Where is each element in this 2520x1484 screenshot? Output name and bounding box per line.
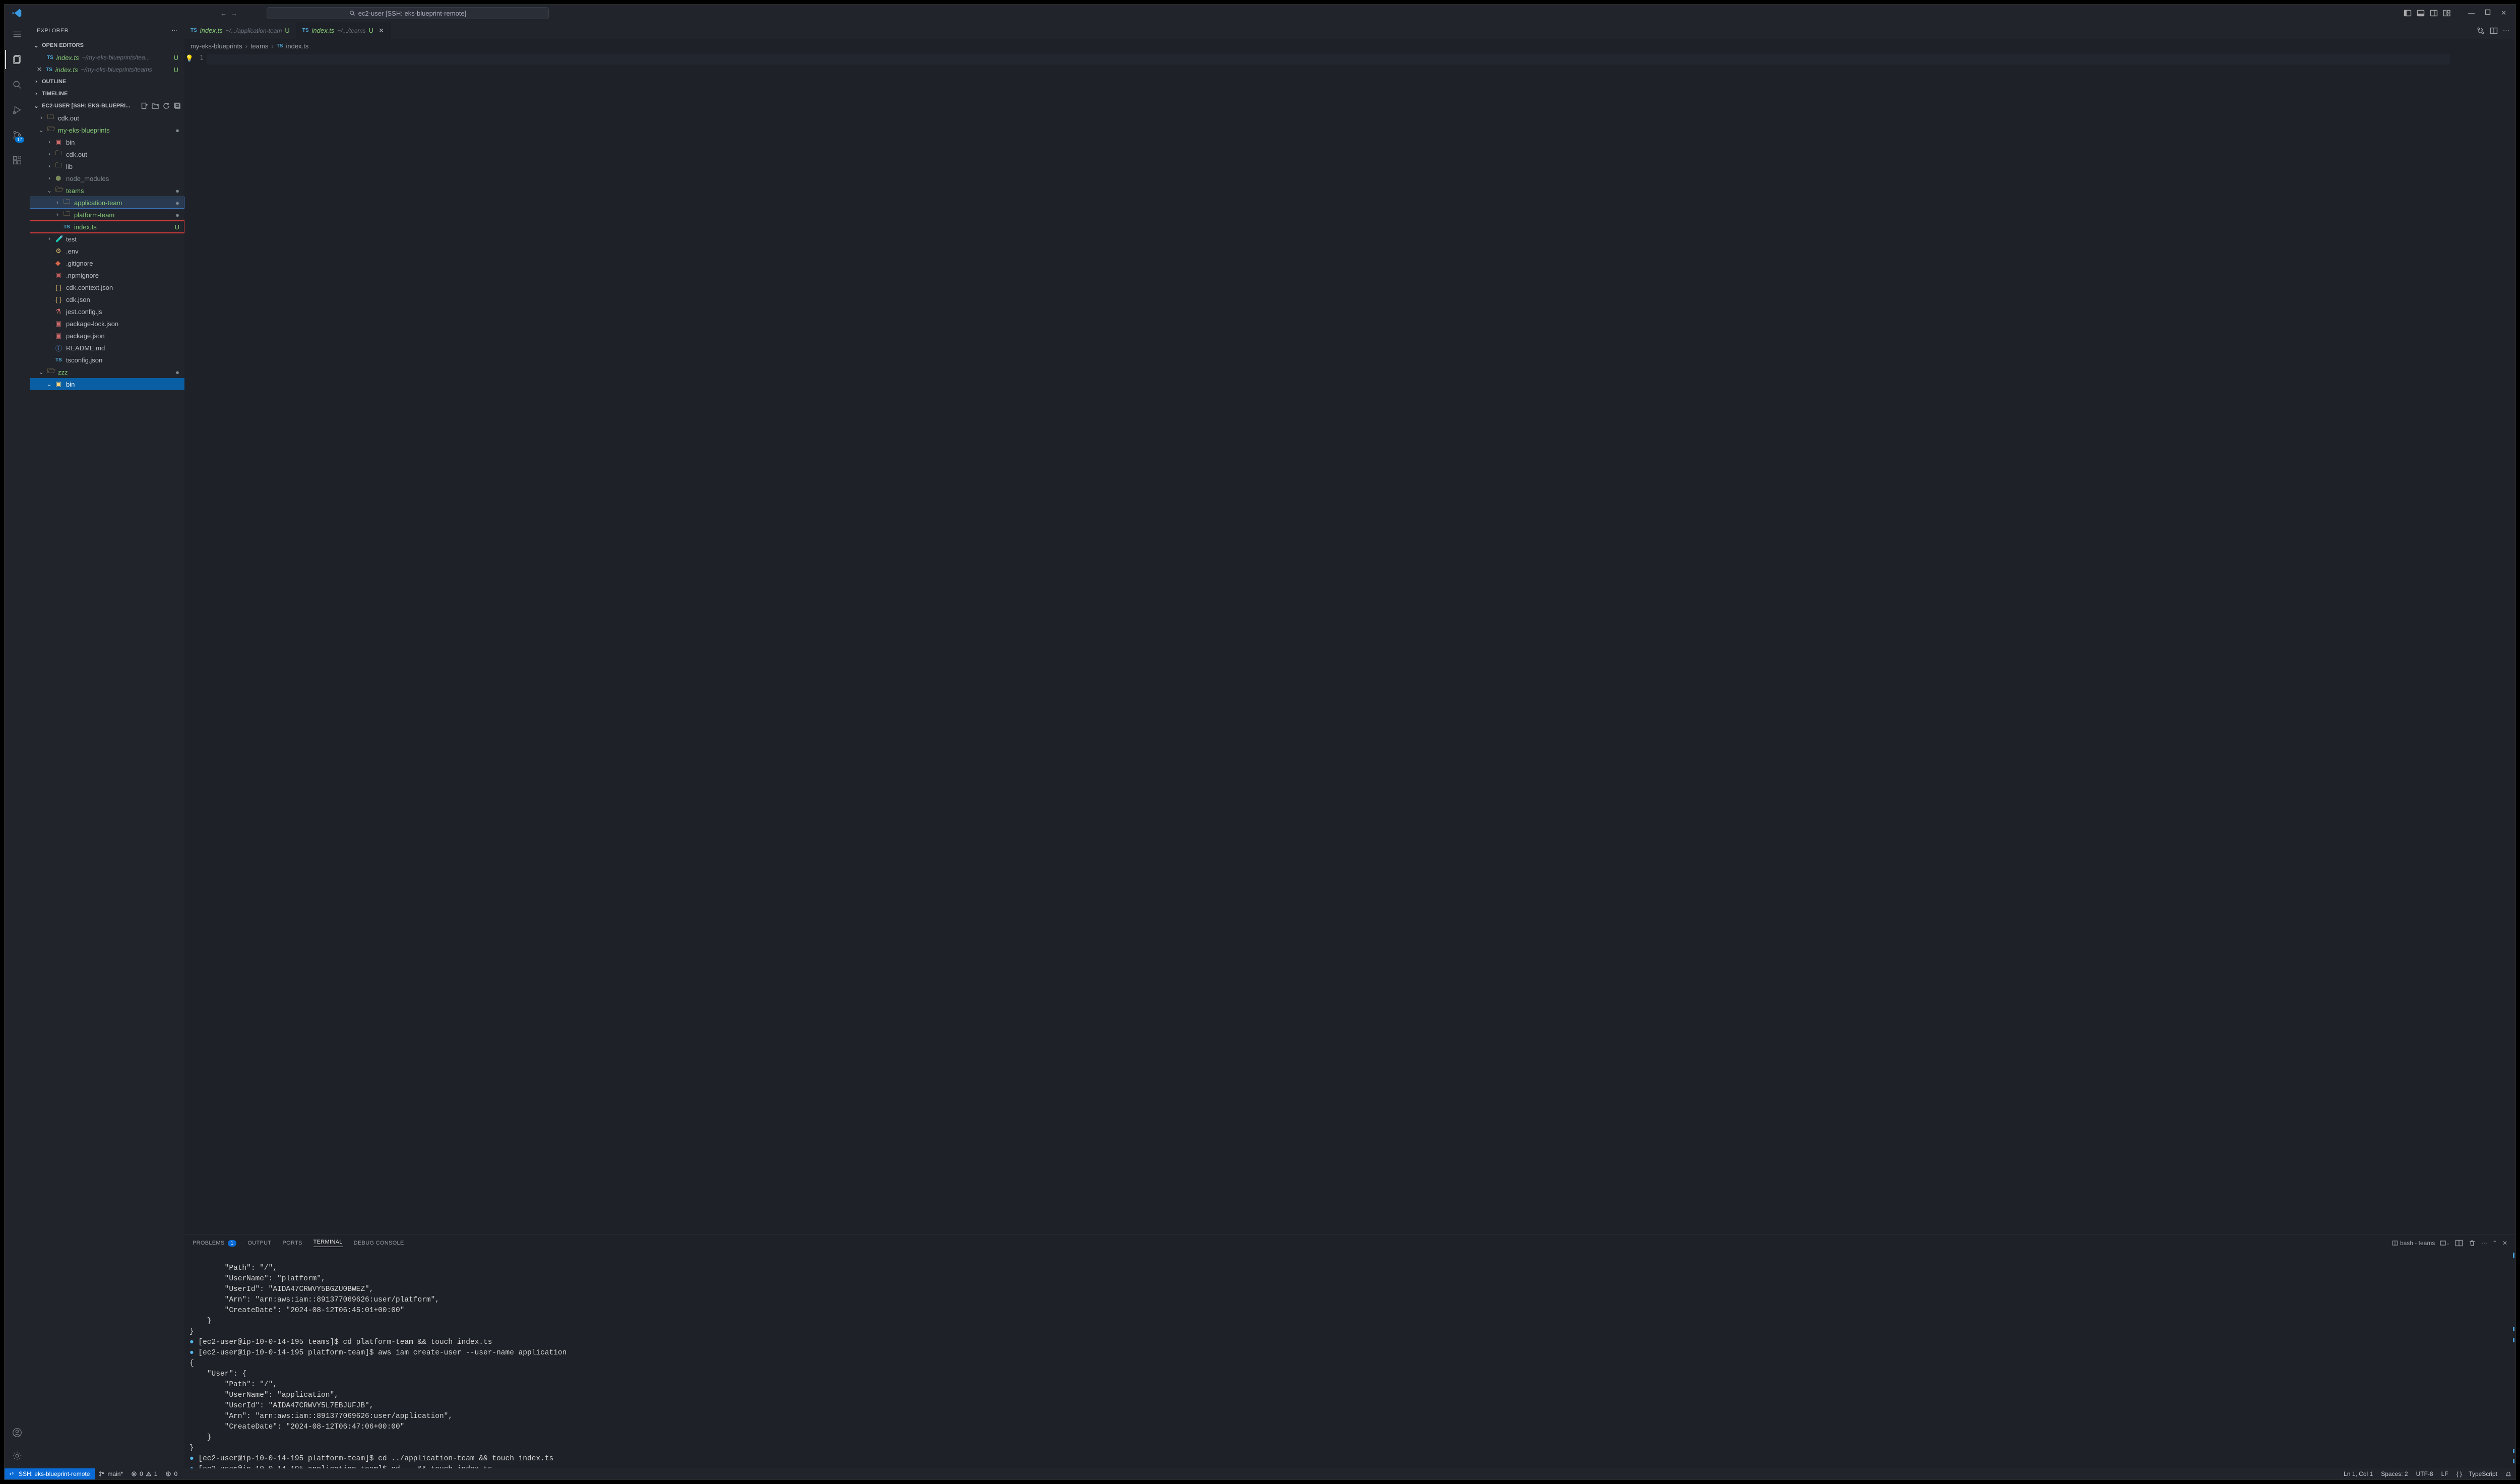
tree-file-index-ts[interactable]: ›TSindex.tsU	[30, 221, 184, 233]
panel: PROBLEMS1 OUTPUT PORTS TERMINAL DEBUG CO…	[184, 1234, 2515, 1468]
terminal-body[interactable]: "Path": "/", "UserName": "platform", "Us…	[184, 1252, 2515, 1468]
editor-tab[interactable]: TS index.ts ~/.../teams U ✕	[296, 22, 391, 39]
close-editor-icon[interactable]: ✕	[36, 66, 43, 74]
new-terminal-button[interactable]: ⌄	[2440, 1240, 2450, 1246]
line-number: 1	[195, 52, 207, 1234]
tree-folder[interactable]: ›🗀cdk.out	[30, 148, 184, 160]
tree-folder[interactable]: ⌄🗁zzz●	[30, 366, 184, 378]
menu-icon[interactable]	[5, 25, 29, 44]
tree-file[interactable]: ›◆.gitignore	[30, 257, 184, 269]
scm-badge: 17	[15, 137, 24, 143]
kill-terminal-icon[interactable]	[2468, 1239, 2476, 1247]
settings-gear-icon[interactable]	[5, 1446, 29, 1465]
terminal-profile-button[interactable]: bash - teams	[2392, 1240, 2435, 1247]
tree-folder-platform-team[interactable]: ›🗀platform-team●	[30, 209, 184, 221]
status-bar: SSH: eks-blueprint-remote main* 0 1 0 Ln…	[5, 1468, 2515, 1479]
panel-tab-ports[interactable]: PORTS	[282, 1240, 302, 1246]
accounts-icon[interactable]	[5, 1423, 29, 1442]
search-text: ec2-user [SSH: eks-blueprint-remote]	[358, 10, 467, 17]
tree-folder[interactable]: ⌄🗁my-eks-blueprints●	[30, 124, 184, 136]
tree-folder[interactable]: ›🗀cdk.out	[30, 112, 184, 124]
search-icon[interactable]	[5, 75, 29, 94]
activity-bar: 17	[5, 22, 30, 1468]
status-problems[interactable]: 0 1	[127, 1470, 161, 1477]
panel-tab-debug[interactable]: DEBUG CONSOLE	[354, 1240, 404, 1246]
layout-toggle-panel-icon[interactable]	[2417, 9, 2425, 17]
panel-close-icon[interactable]: ✕	[2502, 1240, 2507, 1247]
tree-file[interactable]: ›▣package.json	[30, 330, 184, 342]
problems-badge: 1	[228, 1240, 237, 1247]
tree-folder[interactable]: ⌄▣bin	[30, 378, 184, 390]
tree-folder[interactable]: ›▣bin	[30, 136, 184, 148]
compare-changes-icon[interactable]	[2477, 27, 2485, 35]
tree-folder[interactable]: ›⬢node_modules	[30, 172, 184, 184]
extensions-icon[interactable]	[5, 151, 29, 170]
tree-file[interactable]: ›▣package-lock.json	[30, 318, 184, 330]
tree-file[interactable]: ›TStsconfig.json	[30, 354, 184, 366]
editor-tab[interactable]: TS index.ts ~/.../application-team U	[184, 22, 296, 39]
remote-indicator[interactable]: SSH: eks-blueprint-remote	[5, 1468, 95, 1479]
window-maximize-button[interactable]	[2485, 9, 2491, 17]
status-cursor-position[interactable]: Ln 1, Col 1	[2340, 1470, 2377, 1477]
title-bar: ← → ec2-user [SSH: eks-blueprint-remote]…	[5, 5, 2515, 22]
new-file-icon[interactable]	[140, 102, 148, 110]
status-notifications-icon[interactable]	[2501, 1471, 2515, 1477]
tree-folder[interactable]: ⌄🗁teams●	[30, 184, 184, 197]
vscode-logo-icon	[5, 8, 30, 19]
status-branch[interactable]: main*	[95, 1470, 127, 1477]
explorer-icon[interactable]	[5, 50, 29, 69]
close-tab-icon[interactable]: ✕	[376, 27, 384, 35]
status-language[interactable]: { } TypeScript	[2452, 1470, 2501, 1477]
breadcrumb[interactable]: my-eks-blueprints› teams› TS index.ts	[184, 39, 2515, 52]
explorer-sidebar: EXPLORER ⋯ ⌄OPEN EDITORS TS index.ts ~/m…	[30, 22, 184, 1468]
refresh-icon[interactable]	[162, 102, 170, 110]
tree-file[interactable]: ›{ }cdk.context.json	[30, 281, 184, 293]
code-editor[interactable]	[207, 52, 2515, 1234]
status-eol[interactable]: LF	[2437, 1470, 2452, 1477]
split-terminal-icon[interactable]	[2455, 1239, 2463, 1247]
command-center-search[interactable]: ec2-user [SSH: eks-blueprint-remote]	[267, 7, 549, 19]
layout-toggle-secondary-sidebar-icon[interactable]	[2430, 9, 2438, 17]
panel-more-icon[interactable]: ⋯	[2481, 1240, 2487, 1247]
status-encoding[interactable]: UTF-8	[2412, 1470, 2437, 1477]
explorer-title: EXPLORER	[37, 28, 69, 34]
status-ports[interactable]: 0	[161, 1470, 181, 1477]
split-editor-icon[interactable]	[2490, 27, 2498, 35]
timeline-section[interactable]: ›TIMELINE	[30, 88, 184, 100]
tree-folder[interactable]: ›🗀lib	[30, 160, 184, 172]
open-editors-section[interactable]: ⌄OPEN EDITORS	[30, 39, 184, 51]
nav-back-button[interactable]: ←	[220, 10, 227, 17]
new-folder-icon[interactable]	[151, 102, 159, 110]
window-close-button[interactable]: ✕	[2501, 9, 2506, 17]
tree-file[interactable]: ›⚗jest.config.js	[30, 305, 184, 318]
open-editor-item[interactable]: ✕ TS index.ts ~/my-eks-blueprints/teams …	[30, 64, 184, 76]
editor-tabs: TS index.ts ~/.../application-team U TS …	[184, 22, 2515, 39]
layout-customize-icon[interactable]	[2443, 9, 2451, 17]
panel-tab-terminal[interactable]: TERMINAL	[313, 1239, 343, 1247]
window-minimize-button[interactable]: ―	[2468, 9, 2475, 17]
source-control-icon[interactable]: 17	[5, 126, 29, 145]
panel-tab-output[interactable]: OUTPUT	[247, 1240, 271, 1246]
tree-file[interactable]: ›▣.npmignore	[30, 269, 184, 281]
tree-file[interactable]: ›ⓘREADME.md	[30, 342, 184, 354]
open-editor-item[interactable]: TS index.ts ~/my-eks-blueprints/tea... U	[30, 51, 184, 64]
panel-maximize-icon[interactable]: ⌃	[2492, 1240, 2497, 1247]
lightbulb-icon[interactable]: 💡	[184, 52, 195, 1234]
minimap[interactable]	[2455, 52, 2515, 1234]
outline-section[interactable]: ›OUTLINE	[30, 76, 184, 88]
workspace-section[interactable]: ⌄EC2-USER [SSH: EKS-BLUEPRI...	[30, 100, 184, 112]
tree-folder[interactable]: ›🧪test	[30, 233, 184, 245]
more-actions-icon[interactable]: ⋯	[2503, 27, 2509, 35]
tree-folder-application-team[interactable]: ›🗀application-team●	[30, 197, 184, 209]
tree-file[interactable]: ›{ }cdk.json	[30, 293, 184, 305]
layout-toggle-primary-sidebar-icon[interactable]	[2404, 9, 2412, 17]
explorer-more-button[interactable]: ⋯	[172, 27, 177, 34]
panel-tab-problems[interactable]: PROBLEMS1	[193, 1240, 236, 1247]
collapse-all-icon[interactable]	[173, 102, 181, 110]
run-debug-icon[interactable]	[5, 100, 29, 119]
nav-forward-button[interactable]: →	[231, 10, 237, 17]
status-indentation[interactable]: Spaces: 2	[2377, 1470, 2412, 1477]
tree-file[interactable]: ›⚙.env	[30, 245, 184, 257]
